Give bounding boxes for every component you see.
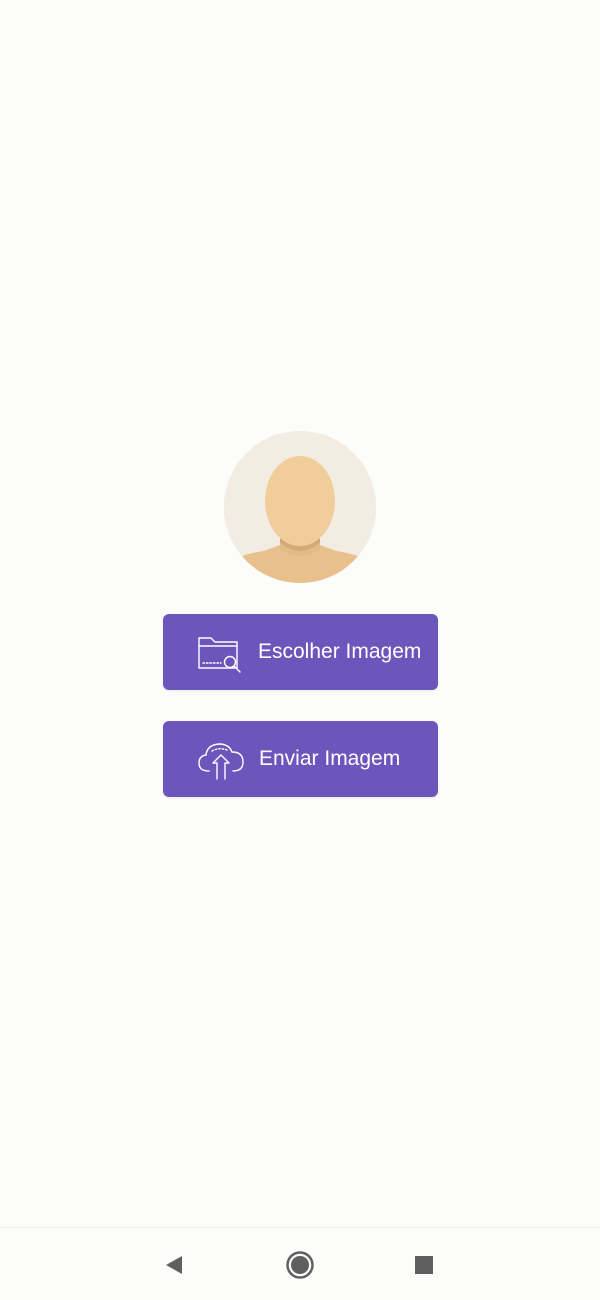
send-image-button[interactable]: Enviar Imagem [163, 721, 438, 797]
choose-image-label: Escolher Imagem [258, 640, 422, 663]
cloud-upload-icon [198, 743, 244, 780]
back-button[interactable] [157, 1248, 191, 1282]
home-circle-icon [286, 1251, 314, 1279]
folder-search-icon [198, 637, 241, 673]
choose-image-button[interactable]: Escolher Imagem [163, 614, 438, 690]
back-triangle-icon [166, 1256, 182, 1274]
recents-button[interactable] [407, 1248, 441, 1282]
avatar [224, 431, 376, 583]
system-navigation-bar [0, 1227, 600, 1300]
home-button[interactable] [283, 1248, 317, 1282]
send-image-label: Enviar Imagem [259, 747, 401, 770]
default-avatar-icon [224, 431, 376, 583]
recents-square-icon [415, 1256, 433, 1274]
